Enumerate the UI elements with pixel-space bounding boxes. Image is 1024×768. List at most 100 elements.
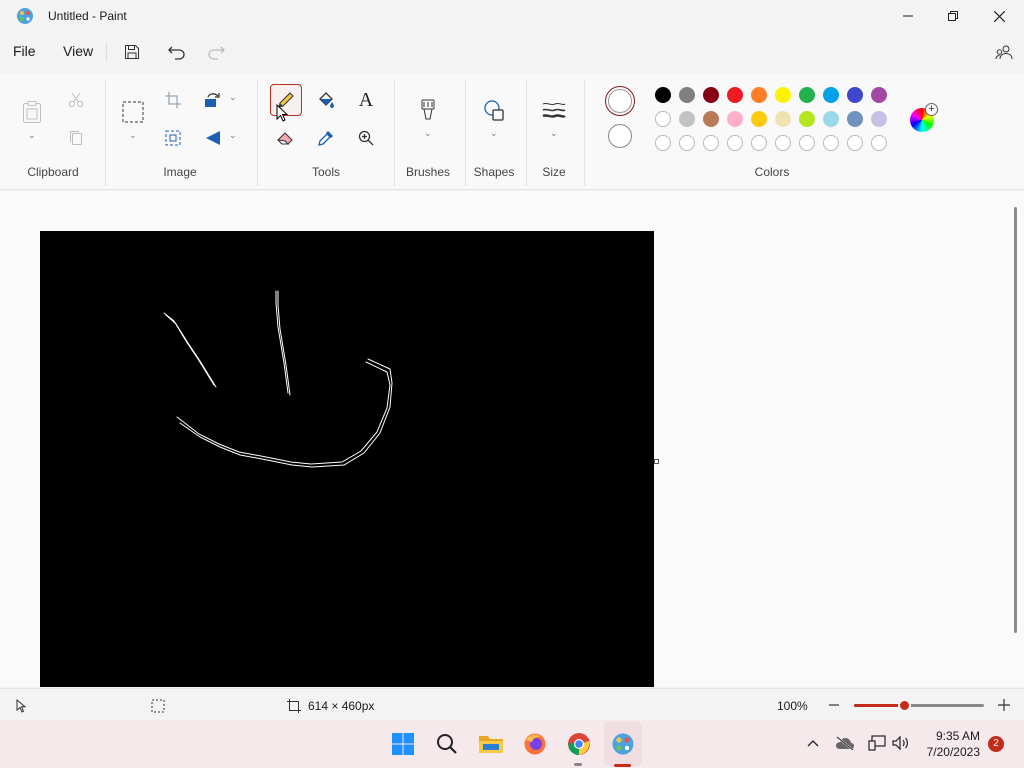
custom-color-slot[interactable] — [871, 135, 887, 151]
color-swatch[interactable] — [727, 87, 743, 103]
shapes-chevron-down-icon[interactable]: ⌄ — [490, 128, 498, 139]
undo-button[interactable] — [165, 40, 189, 64]
custom-color-slot[interactable] — [751, 135, 767, 151]
view-menu[interactable]: View — [63, 43, 93, 59]
paint-bucket-icon — [319, 92, 334, 108]
paste-chevron-down-icon[interactable]: ⌄ — [28, 130, 36, 141]
clock-time: 9:35 AM — [935, 729, 980, 743]
minus-icon — [829, 704, 839, 706]
paste-button[interactable] — [16, 94, 48, 130]
show-hidden-icons-button[interactable] — [802, 732, 824, 754]
minimize-button[interactable] — [885, 0, 931, 32]
chrome-button[interactable] — [565, 730, 593, 758]
firefox-button[interactable] — [521, 730, 549, 758]
cursor-position-icon — [16, 699, 27, 713]
paint-taskbar-button[interactable] — [609, 730, 637, 758]
eraser-icon — [277, 132, 293, 145]
color-swatch[interactable] — [703, 111, 719, 127]
color-swatch[interactable] — [823, 111, 839, 127]
restore-button[interactable] — [930, 0, 976, 32]
color-swatch[interactable] — [655, 87, 671, 103]
custom-color-slot[interactable] — [775, 135, 791, 151]
color-swatch[interactable] — [679, 87, 695, 103]
color-swatch[interactable] — [655, 111, 671, 127]
text-tool-button[interactable]: A — [350, 84, 382, 116]
custom-color-slot[interactable] — [799, 135, 815, 151]
chevron-up-icon — [807, 740, 819, 747]
file-explorer-button[interactable] — [477, 730, 505, 758]
title-bar: Untitled - Paint — [0, 0, 1024, 32]
canvas-resize-handle[interactable] — [654, 459, 659, 464]
custom-color-slot[interactable] — [679, 135, 695, 151]
zoom-out-button[interactable] — [826, 697, 842, 713]
vertical-scrollbar[interactable] — [1014, 207, 1017, 633]
zoom-in-icon — [358, 130, 374, 146]
color-swatch[interactable] — [775, 111, 791, 127]
color-swatch[interactable] — [727, 111, 743, 127]
fill-tool-button[interactable] — [310, 84, 342, 116]
color-swatch[interactable] — [823, 87, 839, 103]
zoom-in-button[interactable] — [996, 697, 1012, 713]
undo-icon — [168, 46, 185, 60]
edit-colors-button[interactable]: + — [910, 103, 938, 132]
file-menu[interactable]: File — [13, 43, 36, 59]
volume-button[interactable] — [890, 732, 912, 754]
taskbar: 9:35 AM 7/20/2023 — [0, 720, 1024, 768]
color-swatch[interactable] — [703, 87, 719, 103]
network-button[interactable] — [866, 732, 888, 754]
close-button[interactable] — [976, 0, 1022, 32]
network-icon — [868, 735, 886, 751]
notification-badge[interactable]: 2 — [988, 736, 1004, 752]
window-title: Untitled - Paint — [48, 9, 127, 23]
zoom-slider-thumb[interactable] — [898, 699, 911, 712]
secondary-color-selector[interactable] — [608, 124, 632, 148]
custom-color-slot[interactable] — [847, 135, 863, 151]
primary-color-selector[interactable] — [605, 86, 635, 116]
magnifier-button[interactable] — [350, 122, 382, 154]
size-button[interactable] — [538, 94, 570, 126]
onedrive-button[interactable] — [834, 732, 856, 754]
custom-color-slot[interactable] — [655, 135, 671, 151]
size-chevron-down-icon[interactable]: ⌄ — [550, 128, 558, 139]
restore-icon — [948, 11, 958, 21]
color-swatch[interactable] — [847, 111, 863, 127]
color-swatch[interactable] — [871, 111, 887, 127]
copy-button[interactable] — [60, 122, 92, 154]
color-swatch[interactable] — [775, 87, 791, 103]
copy-icon — [70, 131, 82, 145]
select-chevron-down-icon[interactable]: ⌄ — [129, 130, 137, 141]
search-button[interactable] — [433, 730, 461, 758]
color-swatch[interactable] — [799, 111, 815, 127]
color-swatch[interactable] — [751, 111, 767, 127]
account-button[interactable] — [992, 40, 1016, 64]
color-swatch[interactable] — [847, 87, 863, 103]
resize-button[interactable] — [157, 122, 189, 154]
flip-button[interactable] — [197, 122, 229, 154]
custom-color-slot[interactable] — [823, 135, 839, 151]
start-button[interactable] — [389, 730, 417, 758]
text-icon: A — [358, 88, 374, 111]
brushes-button[interactable] — [412, 94, 444, 126]
drawing-canvas[interactable] — [40, 231, 654, 687]
save-button[interactable] — [120, 40, 144, 64]
select-button[interactable] — [117, 94, 149, 130]
color-swatch[interactable] — [799, 87, 815, 103]
brushes-chevron-down-icon[interactable]: ⌄ — [424, 128, 432, 139]
cut-button[interactable] — [60, 84, 92, 116]
color-picker-button[interactable] — [310, 122, 342, 154]
custom-color-slot[interactable] — [703, 135, 719, 151]
color-swatch[interactable] — [751, 87, 767, 103]
crop-button[interactable] — [157, 84, 189, 116]
rotate-chevron-down-icon[interactable]: ⌄ — [229, 92, 237, 103]
color-swatch[interactable] — [871, 87, 887, 103]
shapes-button[interactable] — [478, 94, 510, 126]
color-swatch[interactable] — [679, 111, 695, 127]
redo-button[interactable] — [204, 40, 228, 64]
rotate-button[interactable] — [197, 84, 229, 116]
taskbar-clock[interactable]: 9:35 AM 7/20/2023 — [927, 728, 980, 760]
zoom-slider[interactable] — [854, 699, 984, 712]
flip-chevron-down-icon[interactable]: ⌄ — [229, 130, 237, 141]
image-group-label: Image — [163, 165, 197, 179]
custom-color-slot[interactable] — [727, 135, 743, 151]
eraser-tool-button[interactable] — [270, 122, 302, 154]
